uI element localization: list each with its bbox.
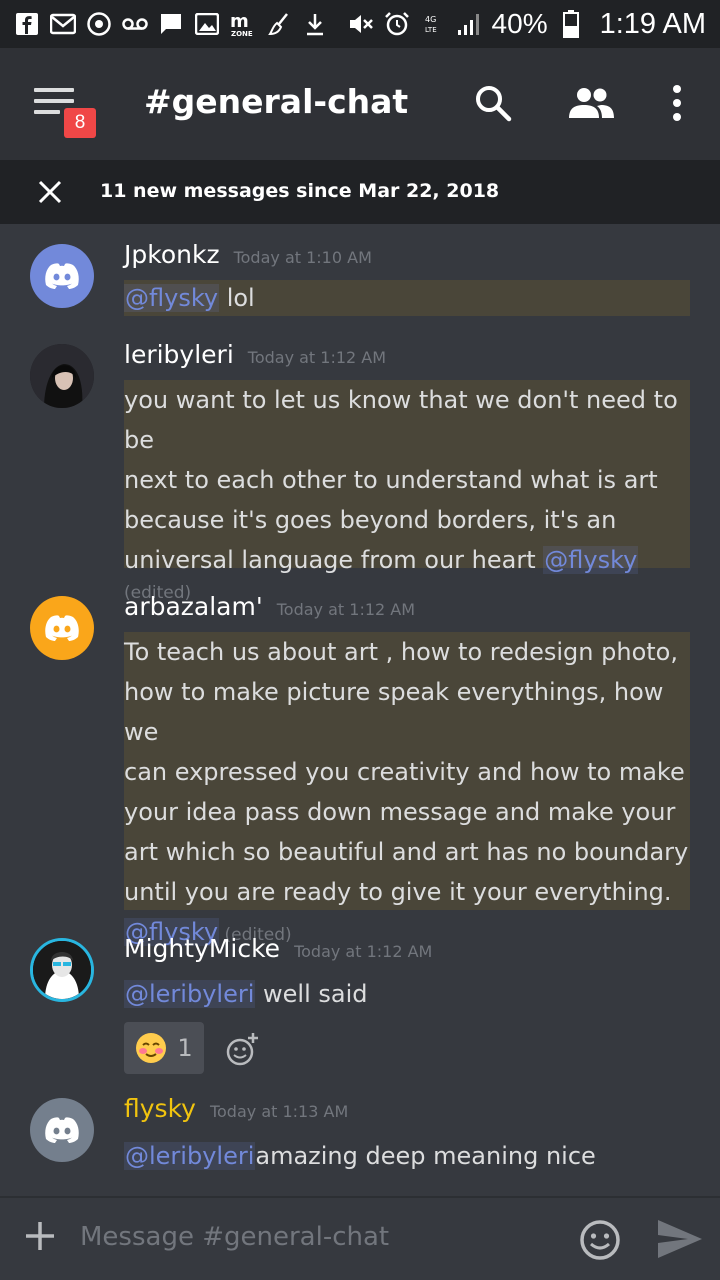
members-icon: [569, 88, 614, 118]
signal-icon: [456, 12, 482, 36]
timestamp: Today at 1:12 AM: [294, 942, 433, 961]
user-photo-icon: [33, 941, 91, 999]
avatar[interactable]: [30, 344, 94, 408]
discord-logo-icon: [45, 1117, 79, 1143]
overflow-menu-button[interactable]: [652, 78, 702, 128]
blushing-face-icon: [136, 1033, 167, 1063]
zone-icon: m ZONE: [230, 11, 256, 37]
user-photo-icon: [30, 344, 94, 408]
notification-icons: m ZONE: [14, 11, 348, 37]
message-line: until you are ready to give it your ever…: [124, 878, 672, 906]
new-messages-bar[interactable]: 11 new messages since Mar 22, 2018: [0, 160, 720, 224]
svg-text:LTE: LTE: [425, 26, 437, 34]
username[interactable]: MightyMicke: [124, 934, 280, 963]
avatar[interactable]: [30, 938, 94, 1002]
attach-plus-icon[interactable]: [22, 1218, 58, 1254]
chrome-icon: [86, 12, 112, 36]
reaction-count: 1: [177, 1034, 193, 1062]
alarm-icon: [384, 12, 410, 36]
message-line: To teach us about art , how to redesign …: [124, 638, 678, 666]
cleaner-icon: [266, 12, 292, 36]
clock: 1:19 AM: [599, 7, 706, 40]
menu-button[interactable]: 8: [34, 88, 96, 138]
message-text: amazing deep meaning nice: [255, 1142, 596, 1170]
message-text: lol: [219, 284, 255, 312]
menu-icon-line: [34, 110, 60, 114]
members-button[interactable]: [566, 78, 616, 128]
more-vertical-icon: [673, 85, 681, 121]
message-content: @leribyleriamazing deep meaning nice: [124, 1136, 690, 1176]
emoji-picker-icon[interactable]: [578, 1218, 622, 1262]
timestamp: Today at 1:12 AM: [276, 600, 416, 619]
status-bar: m ZONE 4G LTE 40% 1:19 AM: [0, 0, 720, 48]
mention[interactable]: @flysky: [543, 546, 639, 574]
message-line: you want to let us know that we don't ne…: [124, 386, 678, 454]
message-content: you want to let us know that we don't ne…: [124, 380, 690, 603]
image-icon: [194, 12, 220, 36]
menu-icon-line: [34, 99, 74, 103]
search-button[interactable]: [468, 78, 518, 128]
lte-icon: 4G LTE: [420, 12, 446, 36]
message-line: universal language from our heart: [124, 546, 544, 574]
discord-logo-icon: [45, 263, 79, 289]
timestamp: Today at 1:13 AM: [209, 1102, 349, 1121]
message-line: art which so beautiful and art has no bo…: [124, 838, 689, 866]
message-line: your idea pass down message and make you…: [124, 798, 676, 826]
system-status: 4G LTE 40% 1:19 AM: [348, 8, 706, 41]
search-icon: [476, 86, 512, 122]
avatar[interactable]: [30, 1098, 94, 1162]
username[interactable]: leribyleri: [124, 340, 234, 369]
message-content: To teach us about art , how to redesign …: [124, 632, 690, 946]
username[interactable]: flysky: [124, 1094, 196, 1123]
message-content: @flysky lol: [124, 280, 690, 316]
svg-text:m: m: [230, 11, 249, 32]
avatar[interactable]: [30, 244, 94, 308]
message-input[interactable]: Message #general-chat: [80, 1222, 389, 1252]
discord-logo-icon: [45, 615, 79, 641]
username[interactable]: Jpkonkz: [124, 240, 220, 269]
gmail-icon: [50, 12, 76, 36]
svg-text:ZONE: ZONE: [231, 30, 253, 37]
battery-percent: 40%: [491, 8, 548, 39]
channel-title: #general-chat: [144, 82, 409, 121]
svg-text:4G: 4G: [425, 15, 436, 24]
message-list[interactable]: Jpkonkz Today at 1:10 AM @flysky lol ler…: [0, 224, 720, 1196]
add-reaction-icon[interactable]: [224, 1032, 260, 1068]
facebook-icon: [14, 12, 40, 36]
download-icon: [302, 12, 328, 36]
mention[interactable]: @flysky: [124, 284, 220, 312]
message-line: next to each other to understand what is…: [124, 466, 658, 494]
menu-icon: [34, 88, 74, 92]
message-line: because it's goes beyond borders, it's a…: [124, 506, 617, 534]
reaction-button[interactable]: 1: [124, 1022, 204, 1074]
unread-badge: 8: [64, 108, 96, 138]
message-content: @leribyleri well said: [124, 974, 690, 1014]
send-icon[interactable]: [656, 1218, 704, 1260]
new-messages-text: 11 new messages since Mar 22, 2018: [100, 180, 500, 202]
timestamp: Today at 1:12 AM: [247, 348, 387, 367]
message-text: well said: [255, 980, 368, 1008]
avatar[interactable]: [30, 596, 94, 660]
message-line: can expressed you creativity and how to …: [124, 758, 685, 786]
mute-icon: [348, 12, 374, 36]
mention[interactable]: @leribyleri: [124, 1142, 256, 1170]
close-icon[interactable]: [34, 176, 66, 208]
mention[interactable]: @leribyleri: [124, 980, 256, 1008]
battery-icon: [558, 10, 584, 38]
voicemail-icon: [122, 12, 148, 36]
message-icon: [158, 12, 184, 36]
app-bar: 8 #general-chat: [0, 48, 720, 160]
username[interactable]: arbazalam': [124, 592, 263, 621]
timestamp: Today at 1:10 AM: [233, 248, 372, 267]
message-line: how to make picture speak everythings, h…: [124, 678, 664, 746]
message-composer: Message #general-chat: [0, 1196, 720, 1280]
